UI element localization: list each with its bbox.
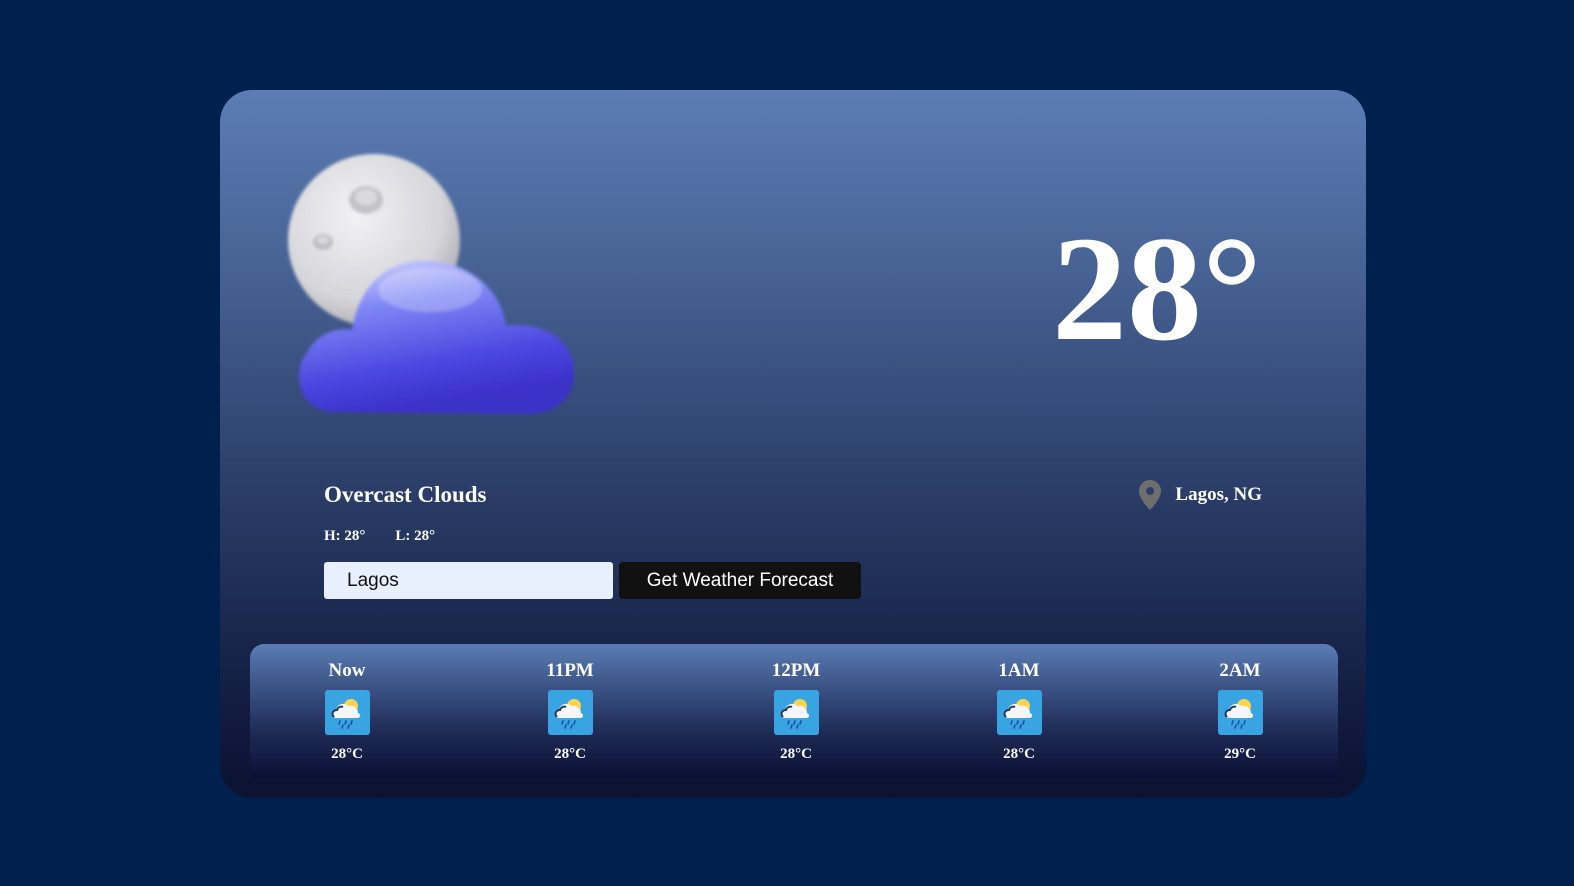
rain-sun-cloud-icon	[324, 690, 370, 735]
hourly-forecast: Now 28°C 11PM 28°C 12PM 28°C 1AM 28°C 2A…	[250, 644, 1338, 778]
get-forecast-button[interactable]: Get Weather Forecast	[619, 562, 861, 599]
weather-card: 28° Overcast Clouds H: 28° L: 28° Lagos,…	[220, 90, 1366, 798]
rain-sun-cloud-icon	[773, 690, 819, 735]
hourly-item: Now 28°C	[287, 658, 407, 763]
hour-temp: 28°C	[1003, 746, 1035, 762]
location-pin-icon	[1139, 480, 1162, 510]
hour-time: 12PM	[771, 660, 821, 681]
low-temp: L: 28°	[395, 528, 436, 544]
hourly-item: 12PM 28°C	[736, 658, 856, 763]
hourly-item: 2AM 29°C	[1180, 658, 1300, 763]
rain-sun-cloud-icon	[1217, 690, 1263, 735]
hour-time: Now	[328, 660, 366, 681]
city-input[interactable]	[324, 562, 613, 599]
hour-time: 2AM	[1219, 660, 1261, 681]
high-low-temps: H: 28° L: 28°	[324, 528, 435, 545]
rain-sun-cloud-icon	[547, 690, 593, 735]
search-form: Get Weather Forecast	[324, 562, 861, 599]
moon-cloud-icon	[288, 154, 574, 414]
hour-temp: 29°C	[1224, 746, 1256, 762]
hour-temp: 28°C	[331, 746, 363, 762]
rain-sun-cloud-icon	[996, 690, 1042, 735]
high-temp: H: 28°	[324, 528, 366, 544]
weather-condition: Overcast Clouds	[324, 482, 487, 507]
hourly-item: 11PM 28°C	[510, 658, 630, 763]
hourly-item: 1AM 28°C	[959, 658, 1079, 763]
hour-temp: 28°C	[780, 746, 812, 762]
hour-time: 1AM	[998, 660, 1040, 681]
location-name: Lagos, NG	[1175, 484, 1262, 505]
location: Lagos, NG	[1139, 480, 1262, 510]
hour-time: 11PM	[546, 660, 594, 681]
current-temperature: 28°	[1052, 206, 1262, 372]
hour-temp: 28°C	[554, 746, 586, 762]
